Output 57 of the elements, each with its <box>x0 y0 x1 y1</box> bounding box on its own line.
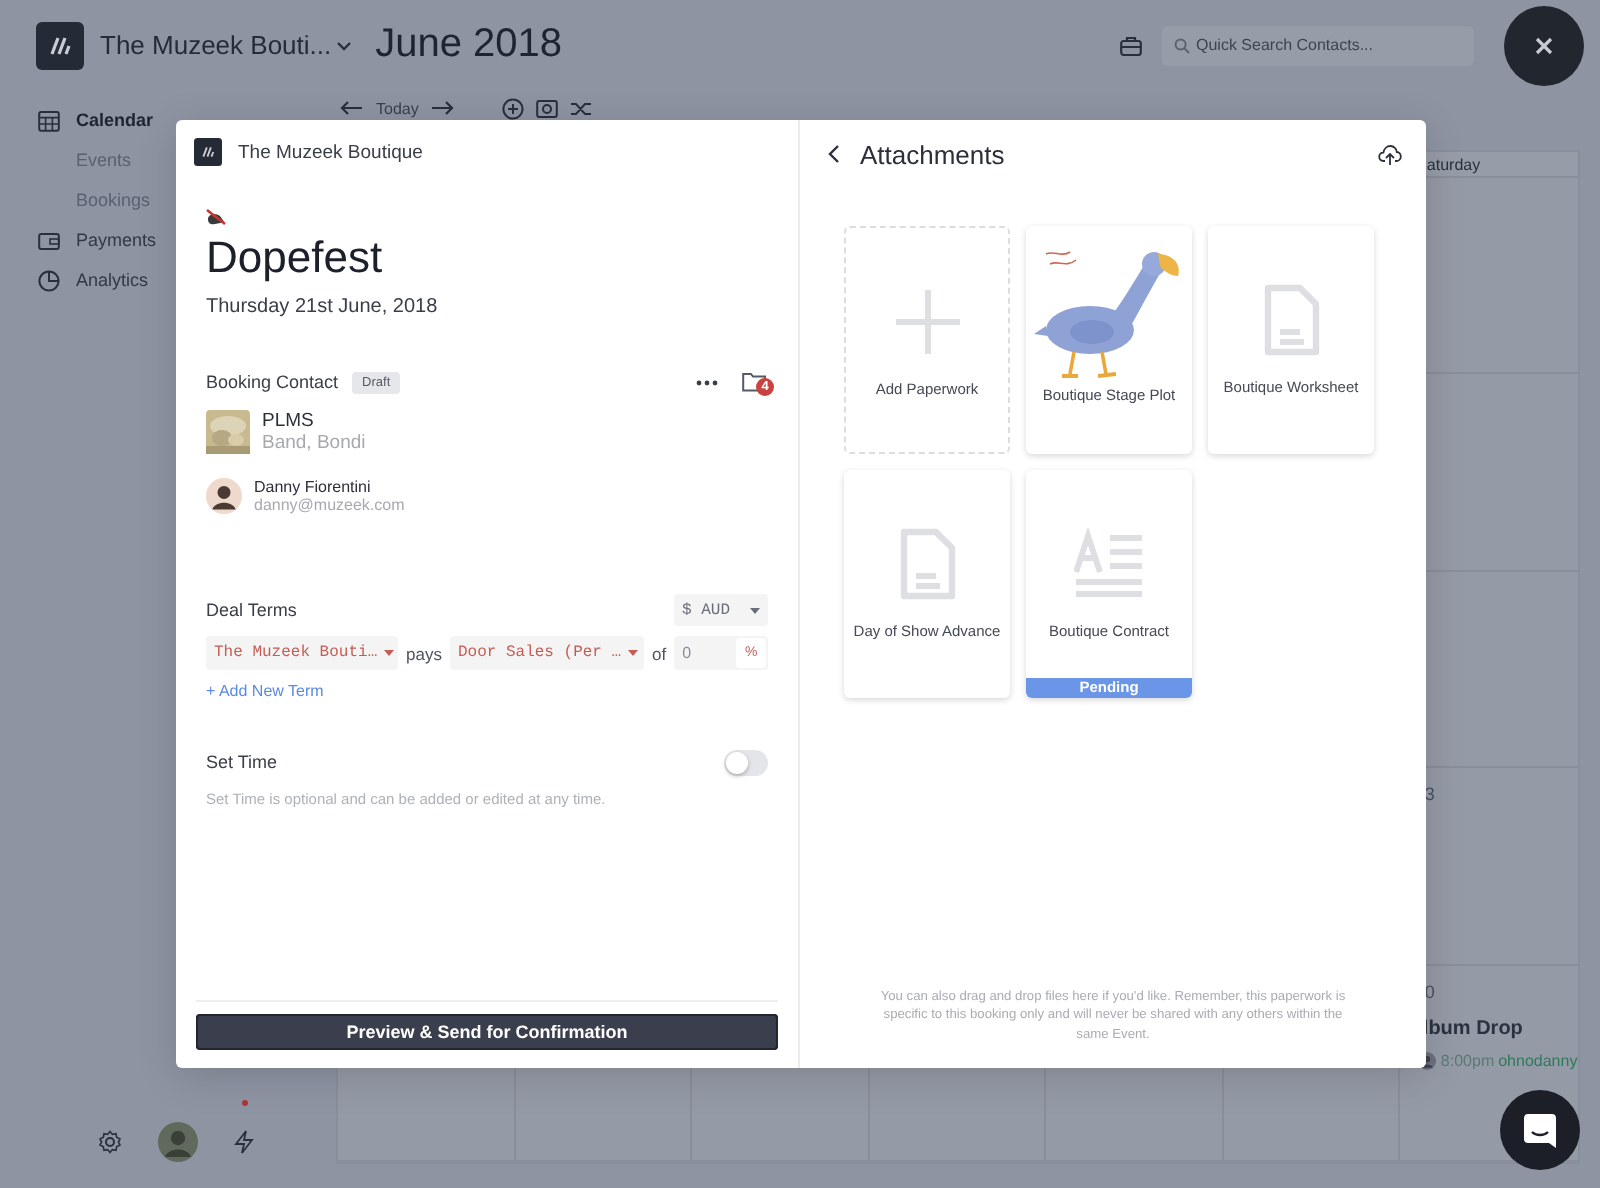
document-icon <box>1263 284 1319 356</box>
payer-dropdown[interactable]: The Muzeek Bouti… <box>206 636 398 670</box>
close-button[interactable] <box>1504 5 1584 85</box>
organization-name: The Muzeek Boutique <box>238 141 423 163</box>
pie-chart-icon <box>38 269 60 291</box>
source-dropdown[interactable]: Door Sales (Per … <box>449 636 644 670</box>
panel-title: Attachments <box>860 139 1007 169</box>
date-number: 3 <box>1424 784 1437 805</box>
briefcase-icon[interactable] <box>1120 35 1142 55</box>
toggle-switch[interactable] <box>724 749 768 775</box>
workspace-name[interactable]: The Muzeek Bouti... <box>100 30 332 60</box>
back-icon[interactable] <box>828 144 840 164</box>
nav-item[interactable]: Calendar <box>0 100 320 140</box>
search-icon <box>1174 37 1190 53</box>
contact-name: PLMS <box>262 410 316 432</box>
arrow-right-icon[interactable] <box>430 100 455 116</box>
avatar <box>206 478 242 514</box>
wallet-icon <box>38 229 60 251</box>
document-icon <box>899 528 955 600</box>
user-avatar[interactable] <box>158 1122 198 1162</box>
logo-icon <box>36 21 84 69</box>
arrow-left-icon[interactable] <box>340 100 364 116</box>
page-title: June 2018 <box>375 22 563 68</box>
event-time: 8:00pm <box>1440 1051 1495 1070</box>
contact-detail: Band, Bondi <box>262 432 366 454</box>
chat-icon <box>1522 1111 1558 1149</box>
currency-dropdown[interactable]: $ AUD <box>674 594 768 626</box>
plus-icon <box>891 286 963 358</box>
caret-icon <box>383 650 394 656</box>
term-text: of <box>651 643 667 663</box>
add-icon[interactable] <box>502 97 525 119</box>
search-field[interactable]: Quick Search Contacts... <box>1162 25 1474 65</box>
lightning-icon[interactable] <box>234 1130 254 1154</box>
contact-detail: danny@muzeek.com <box>254 496 405 514</box>
section-heading: Deal Terms <box>206 600 297 620</box>
event-owner: ohnodanny <box>1498 1051 1578 1070</box>
upload-icon[interactable] <box>1378 143 1402 165</box>
contact-name: Danny Fiorentini <box>254 478 373 496</box>
event-date: Thursday 21st June, 2018 <box>206 294 440 322</box>
section-heading: Set Time <box>206 752 278 772</box>
send-button[interactable]: Preview & Send for Confirmation <box>196 1014 778 1050</box>
caret-icon <box>750 607 760 613</box>
more-icon[interactable] <box>696 379 718 385</box>
term-text: pays <box>406 643 442 663</box>
section-heading: Booking Contact <box>206 372 339 392</box>
shuffle-icon[interactable] <box>570 97 593 119</box>
add-term-link[interactable]: + Add New Term <box>206 680 324 702</box>
today-button[interactable]: Today <box>376 99 419 117</box>
calendar-icon <box>38 109 60 131</box>
caret-icon <box>627 650 638 656</box>
date-number: 0 <box>1424 981 1437 1002</box>
settings-icon[interactable] <box>98 1130 122 1154</box>
close-icon <box>1534 35 1554 55</box>
image-icon[interactable] <box>536 97 559 119</box>
logo-icon <box>194 138 222 166</box>
contract-icon <box>1073 528 1145 600</box>
event-title: Dopefest <box>206 232 385 284</box>
